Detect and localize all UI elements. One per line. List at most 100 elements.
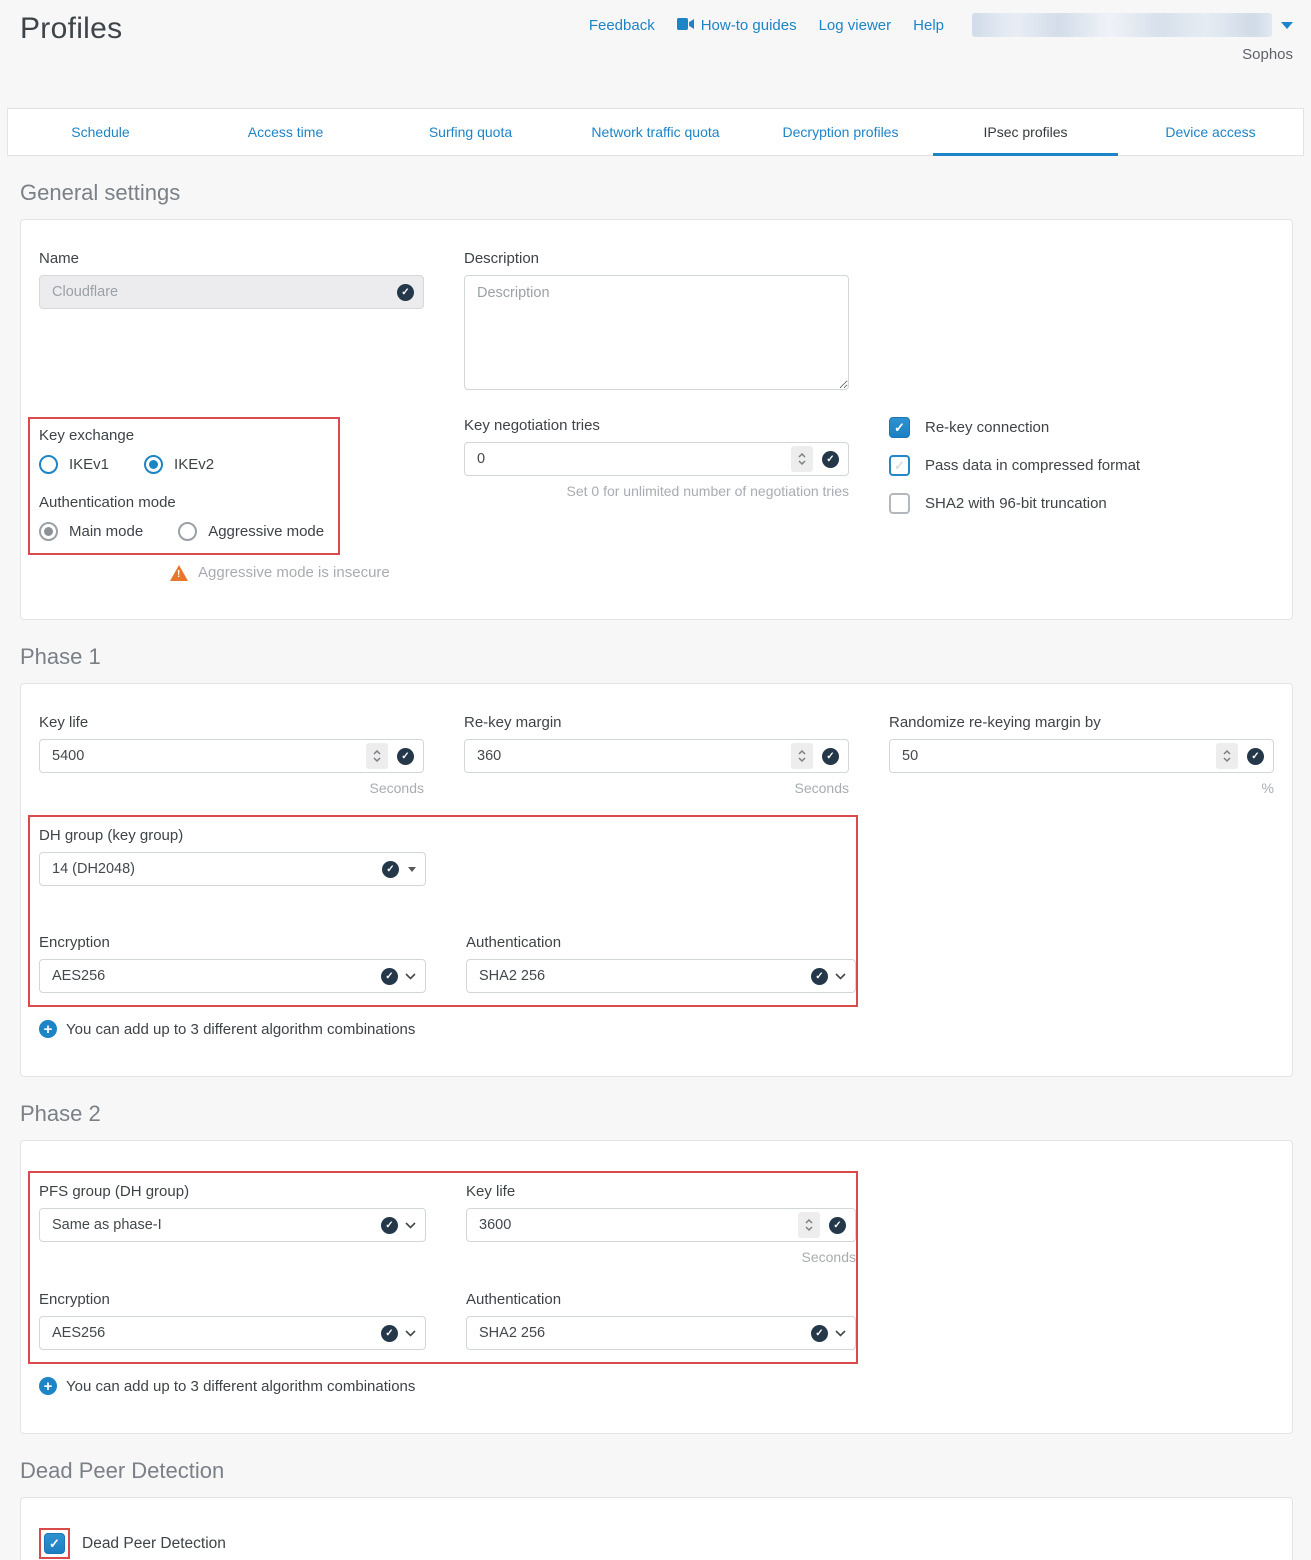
add-icon[interactable]: + [39, 1377, 57, 1395]
name-field-group: Name ✓ [39, 250, 424, 395]
phase1-authentication-select[interactable]: SHA2 256 ✓ [466, 959, 856, 993]
stepper-icon[interactable] [1216, 743, 1238, 769]
dh-group-value: 14 (DH2048) [52, 861, 373, 877]
radio-ikev2[interactable] [144, 455, 163, 474]
dpd-enable-label: Dead Peer Detection [82, 1535, 226, 1553]
key-negotiation-input[interactable]: ✓ [464, 442, 849, 476]
help-link[interactable]: Help [913, 17, 944, 34]
dh-group-label: DH group (key group) [39, 827, 426, 844]
stepper-icon[interactable] [791, 743, 813, 769]
phase2-add-combination: + You can add up to 3 different algorith… [39, 1377, 1274, 1395]
tab-access-time[interactable]: Access time [193, 109, 378, 155]
stepper-icon[interactable] [366, 743, 388, 769]
account-selector[interactable] [972, 13, 1293, 37]
key-exchange-group: Key exchange IKEv1 IKEv2 Authentication … [39, 417, 424, 581]
page: Profiles Feedback How-to guides Log view… [0, 0, 1311, 1560]
phase1-heading: Phase 1 [20, 644, 1291, 670]
compressed-format-checkbox[interactable]: ✓ [889, 455, 910, 476]
chevron-down-icon [835, 973, 846, 980]
phase1-card: Key life ✓ Seconds Re-key margin ✓ [20, 683, 1293, 1077]
radio-main-mode[interactable] [39, 522, 58, 541]
sha2-truncation-checkbox[interactable] [889, 493, 910, 514]
phase2-key-life-value[interactable] [479, 1217, 798, 1233]
key-negotiation-value[interactable] [477, 451, 791, 467]
phase2-encryption-field: Encryption AES256 ✓ [39, 1291, 426, 1350]
valid-check-icon: ✓ [829, 1217, 846, 1234]
phase2-authentication-select[interactable]: SHA2 256 ✓ [466, 1316, 856, 1350]
phase2-encryption-value: AES256 [52, 1325, 372, 1341]
valid-check-icon: ✓ [381, 968, 398, 985]
valid-check-icon: ✓ [1247, 748, 1264, 765]
feedback-link[interactable]: Feedback [589, 17, 655, 34]
phase1-randomize-value[interactable] [902, 748, 1216, 764]
phase2-authentication-label: Authentication [466, 1291, 856, 1308]
top-links: Feedback How-to guides Log viewer Help [589, 13, 1293, 37]
phase1-encryption-select[interactable]: AES256 ✓ [39, 959, 426, 993]
valid-check-icon: ✓ [822, 748, 839, 765]
pfs-group-select[interactable]: Same as phase-I ✓ [39, 1208, 426, 1242]
key-exchange-label: Key exchange [39, 427, 324, 444]
chevron-down-icon [405, 1222, 416, 1229]
pfs-group-field: PFS group (DH group) Same as phase-I ✓ [39, 1183, 426, 1265]
auth-mode-label: Authentication mode [39, 494, 324, 511]
dh-group-select[interactable]: 14 (DH2048) ✓ [39, 852, 426, 886]
stepper-icon[interactable] [791, 446, 813, 472]
name-label: Name [39, 250, 424, 267]
tab-surfing-quota[interactable]: Surfing quota [378, 109, 563, 155]
howto-guides-link[interactable]: How-to guides [677, 17, 797, 34]
tab-schedule[interactable]: Schedule [8, 109, 193, 155]
tab-network-traffic-quota[interactable]: Network traffic quota [563, 109, 748, 155]
tab-device-access[interactable]: Device access [1118, 109, 1303, 155]
phase1-key-life-value[interactable] [52, 748, 366, 764]
pfs-group-label: PFS group (DH group) [39, 1183, 426, 1200]
radio-main-mode-label: Main mode [69, 523, 143, 540]
valid-check-icon: ✓ [811, 1325, 828, 1342]
general-settings-heading: General settings [20, 180, 1291, 206]
aggressive-mode-warning: ! Aggressive mode is insecure [170, 564, 424, 581]
video-camera-icon [677, 17, 694, 34]
dpd-enable-checkbox[interactable]: ✓ [44, 1533, 65, 1554]
valid-check-icon: ✓ [397, 748, 414, 765]
compressed-format-row: ✓ Pass data in compressed format [889, 455, 1274, 476]
chevron-down-icon [405, 1330, 416, 1337]
phase1-key-life-input[interactable]: ✓ [39, 739, 424, 773]
dpd-heading: Dead Peer Detection [20, 1458, 1291, 1484]
phase1-encryption-field: Encryption AES256 ✓ [39, 934, 426, 993]
sha2-truncation-row: SHA2 with 96-bit truncation [889, 493, 1274, 514]
rekey-connection-label: Re-key connection [925, 419, 1049, 436]
add-icon[interactable]: + [39, 1020, 57, 1038]
name-input-value[interactable] [52, 284, 388, 300]
rekey-connection-checkbox[interactable]: ✓ [889, 417, 910, 438]
radio-ikev2-label: IKEv2 [174, 456, 214, 473]
chevron-down-icon [1281, 22, 1293, 29]
description-textarea[interactable] [464, 275, 849, 390]
options-checkbox-group: ✓ Re-key connection ✓ Pass data in compr… [889, 417, 1274, 581]
phase1-rekey-margin-value[interactable] [477, 748, 791, 764]
sha2-truncation-label: SHA2 with 96-bit truncation [925, 495, 1107, 512]
radio-ikev1[interactable] [39, 455, 58, 474]
phase2-key-life-input[interactable]: ✓ [466, 1208, 856, 1242]
annotation-box-phase2-algorithms: PFS group (DH group) Same as phase-I ✓ K… [28, 1171, 858, 1364]
valid-check-icon: ✓ [822, 451, 839, 468]
annotation-box-phase1-algorithms: DH group (key group) 14 (DH2048) ✓ Encry… [28, 815, 858, 1007]
header-right: Feedback How-to guides Log viewer Help S… [589, 13, 1293, 63]
tab-ipsec-profiles[interactable]: IPsec profiles [933, 109, 1118, 155]
phase1-encryption-label: Encryption [39, 934, 426, 951]
phase1-rekey-margin-input[interactable]: ✓ [464, 739, 849, 773]
main-content: General settings Name ✓ Description [0, 180, 1311, 1560]
dpd-enable-row: ✓ Dead Peer Detection [39, 1528, 1274, 1559]
rekey-connection-row: ✓ Re-key connection [889, 417, 1274, 438]
phase1-randomize-input[interactable]: ✓ [889, 739, 1274, 773]
name-input[interactable]: ✓ [39, 275, 424, 309]
valid-check-icon: ✓ [381, 1217, 398, 1234]
tab-decryption-profiles[interactable]: Decryption profiles [748, 109, 933, 155]
log-viewer-link[interactable]: Log viewer [819, 17, 892, 34]
phase2-encryption-label: Encryption [39, 1291, 426, 1308]
key-negotiation-helper: Set 0 for unlimited number of negotiatio… [464, 483, 849, 499]
radio-aggressive-mode[interactable] [178, 522, 197, 541]
pfs-group-value: Same as phase-I [52, 1217, 372, 1233]
phase2-encryption-select[interactable]: AES256 ✓ [39, 1316, 426, 1350]
dh-group-field: DH group (key group) 14 (DH2048) ✓ [39, 827, 426, 886]
stepper-icon[interactable] [798, 1212, 820, 1238]
key-negotiation-group: Key negotiation tries ✓ Set 0 for unlimi… [464, 417, 849, 581]
